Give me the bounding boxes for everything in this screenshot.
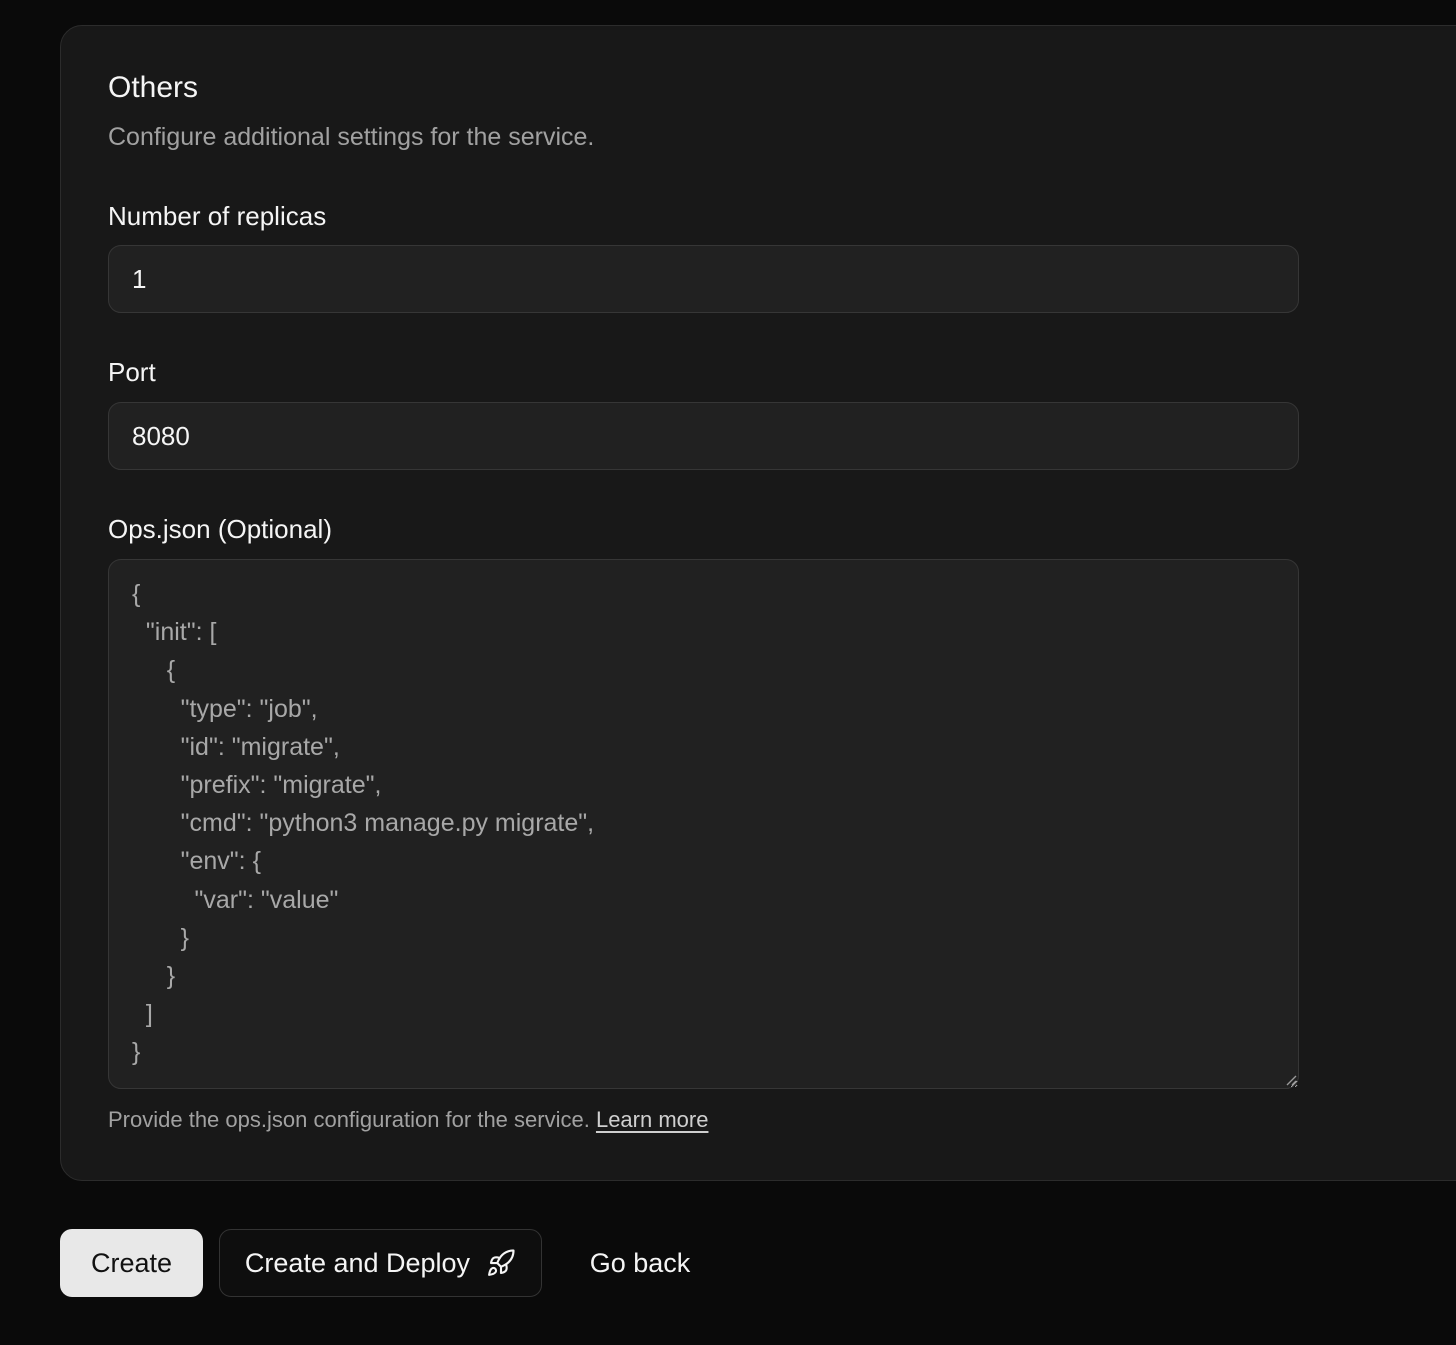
section-description: Configure additional settings for the se…	[108, 123, 595, 151]
go-back-label: Go back	[589, 1247, 691, 1278]
replicas-label: Number of replicas	[108, 201, 327, 231]
resize-handle-icon[interactable]	[1285, 1074, 1297, 1086]
create-button-label: Create	[90, 1247, 173, 1278]
others-settings-card: Others Configure additional settings for…	[60, 25, 1456, 1181]
ops-json-label: Ops.json (Optional)	[108, 514, 332, 544]
learn-more-link[interactable]: Learn more	[596, 1107, 709, 1132]
replicas-input[interactable]	[108, 245, 1299, 313]
section-title: Others	[108, 71, 199, 104]
create-button[interactable]: Create	[60, 1229, 203, 1297]
port-label: Port	[108, 357, 156, 387]
rocket-icon	[488, 1249, 515, 1276]
ops-json-helper: Provide the ops.json configuration for t…	[108, 1106, 708, 1134]
ops-json-textarea[interactable]: { "init": [ { "type": "job", "id": "migr…	[108, 559, 1299, 1089]
helper-text: Provide the ops.json configuration for t…	[108, 1107, 590, 1132]
go-back-button[interactable]: Go back	[565, 1229, 715, 1297]
create-and-deploy-label: Create and Deploy	[244, 1247, 471, 1278]
create-and-deploy-button[interactable]: Create and Deploy	[219, 1229, 542, 1297]
port-input[interactable]	[108, 402, 1299, 470]
